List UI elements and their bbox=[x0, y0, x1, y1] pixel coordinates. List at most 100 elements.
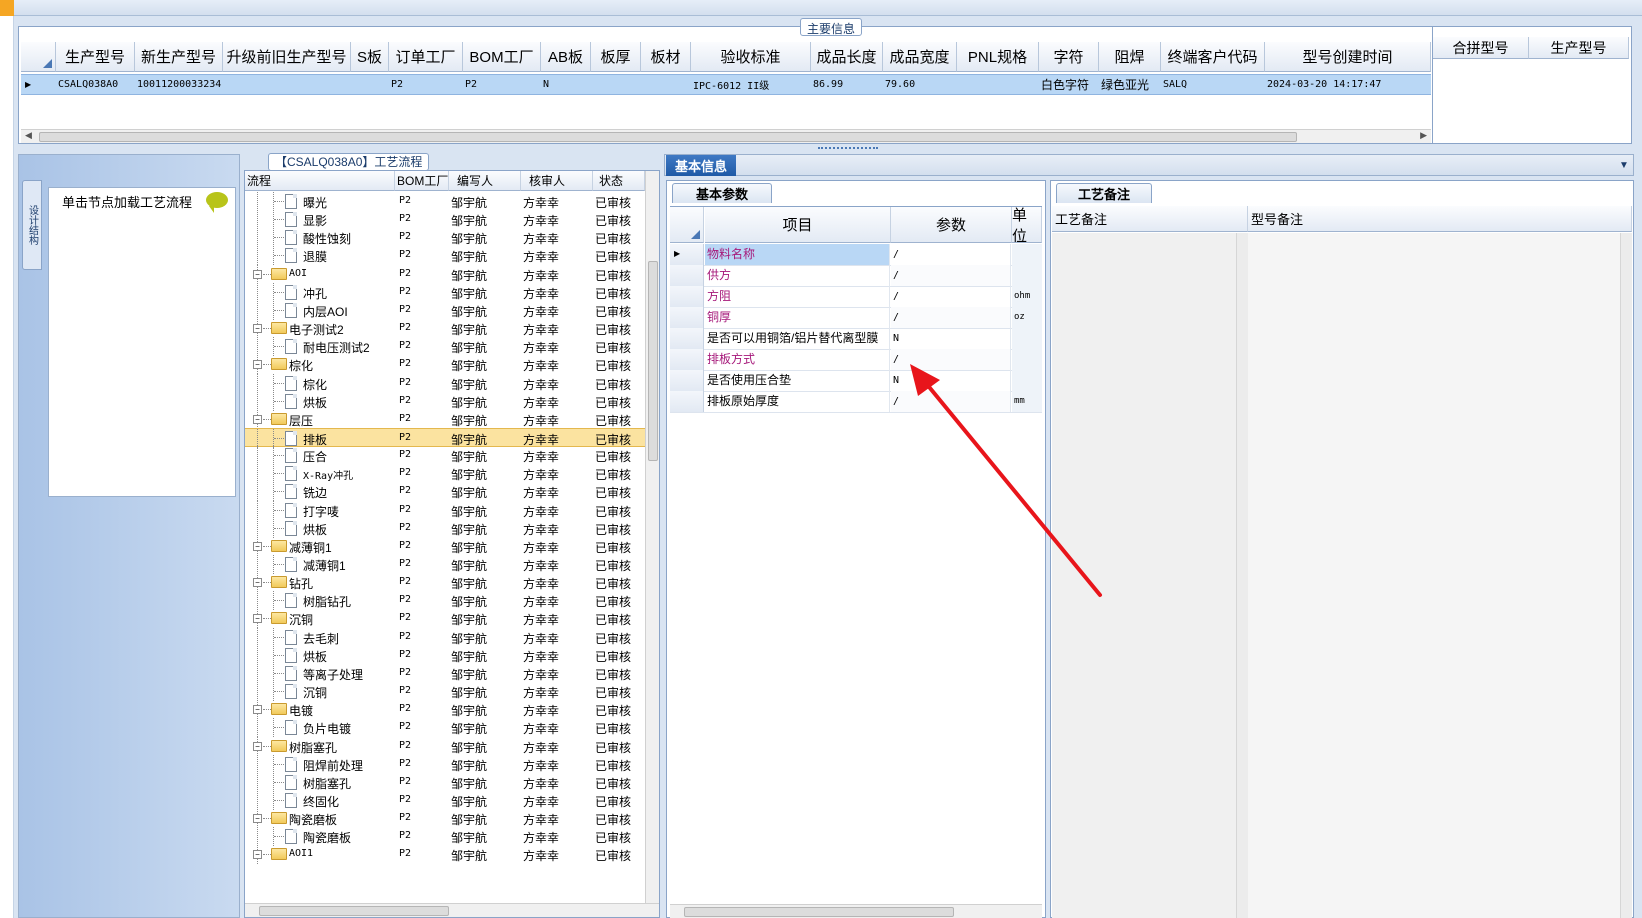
main-col-header[interactable]: PNL规格 bbox=[957, 42, 1039, 72]
main-cell-created[interactable]: 2024-03-20 14:17:47 bbox=[1267, 74, 1431, 94]
process-row[interactable]: − 钻孔 P2 邹宇航 方幸幸 已审核 bbox=[245, 573, 645, 593]
collapse-icon[interactable]: − bbox=[253, 414, 262, 424]
node-hint-box[interactable] bbox=[48, 187, 236, 497]
collapse-icon[interactable]: − bbox=[253, 614, 262, 624]
process-row[interactable]: − 树脂塞孔 P2 邹宇航 方幸幸 已审核 bbox=[245, 736, 645, 756]
process-row[interactable]: − 电镀 P2 邹宇航 方幸幸 已审核 bbox=[245, 700, 645, 720]
chevron-down-icon[interactable]: ▼ bbox=[1619, 160, 1629, 171]
param-value[interactable]: / bbox=[891, 244, 1011, 265]
main-col-header[interactable]: BOM工厂 bbox=[463, 42, 541, 72]
merge-col-header[interactable]: 合拼型号 bbox=[1433, 37, 1529, 59]
process-row[interactable]: 负片电镀 P2 邹宇航 方幸幸 已审核 bbox=[245, 718, 645, 738]
tree-vertical-scrollbar[interactable] bbox=[645, 171, 659, 903]
scroll-left-icon[interactable]: ◀ bbox=[25, 130, 32, 141]
main-cell-length[interactable]: 86.99 bbox=[813, 74, 883, 94]
process-row[interactable]: 烘板 P2 邹宇航 方幸幸 已审核 bbox=[245, 518, 645, 538]
main-cell-thickness[interactable] bbox=[593, 74, 641, 94]
main-col-header[interactable]: 成品长度 bbox=[811, 42, 883, 72]
main-cell-model[interactable]: CSALQ038A0 bbox=[58, 74, 135, 94]
param-col-header[interactable]: 参数 bbox=[891, 207, 1012, 243]
main-col-header[interactable]: 新生产型号 bbox=[135, 42, 223, 72]
main-cell-new-model[interactable]: 10011200033234 bbox=[137, 74, 223, 94]
process-row[interactable]: 终固化 P2 邹宇航 方幸幸 已审核 bbox=[245, 790, 645, 810]
collapse-icon[interactable]: − bbox=[253, 850, 262, 860]
main-col-header[interactable]: 板厚 bbox=[591, 42, 641, 72]
status-col-header[interactable]: 状态 bbox=[593, 171, 645, 191]
unit-col-header[interactable]: 单位 bbox=[1012, 207, 1042, 243]
process-remark-body[interactable] bbox=[1052, 233, 1248, 918]
bom-col-header[interactable]: BOM工厂 bbox=[395, 171, 449, 191]
design-structure-tab[interactable]: 设计结构 bbox=[22, 180, 42, 270]
process-row[interactable]: 显影 P2 邹宇航 方幸幸 已审核 bbox=[245, 210, 645, 230]
item-col-header[interactable]: 项目 bbox=[705, 207, 891, 243]
main-cell-order-factory[interactable]: P2 bbox=[391, 74, 463, 94]
main-cell-customer-code[interactable]: SALQ bbox=[1163, 74, 1265, 94]
param-value[interactable]: N bbox=[891, 328, 1011, 349]
process-row[interactable]: 等离子处理 P2 邹宇航 方幸幸 已审核 bbox=[245, 663, 645, 683]
param-value[interactable]: N bbox=[891, 370, 1011, 391]
process-row[interactable]: 树脂塞孔 P2 邹宇航 方幸幸 已审核 bbox=[245, 772, 645, 792]
collapse-icon[interactable]: − bbox=[253, 814, 262, 824]
merge-col-header[interactable]: 生产型号 bbox=[1529, 37, 1629, 59]
param-value[interactable]: / bbox=[891, 391, 1011, 412]
main-col-header[interactable]: 验收标准 bbox=[691, 42, 811, 72]
process-row[interactable]: − 层压 P2 邹宇航 方幸幸 已审核 bbox=[245, 409, 645, 429]
collapse-icon[interactable]: − bbox=[253, 541, 262, 551]
process-row[interactable]: 沉铜 P2 邹宇航 方幸幸 已审核 bbox=[245, 682, 645, 702]
scroll-thumb[interactable] bbox=[684, 907, 954, 917]
collapse-icon[interactable]: − bbox=[253, 741, 262, 751]
collapse-icon[interactable]: − bbox=[253, 578, 262, 588]
process-row[interactable]: 曝光 P2 邹宇航 方幸幸 已审核 bbox=[245, 192, 645, 211]
process-row[interactable]: 阻焊前处理 P2 邹宇航 方幸幸 已审核 bbox=[245, 754, 645, 774]
splitter-grip-icon[interactable] bbox=[818, 147, 878, 151]
writer-col-header[interactable]: 编写人 bbox=[449, 171, 521, 191]
main-cell-width[interactable]: 79.60 bbox=[885, 74, 957, 94]
collapse-icon[interactable]: − bbox=[253, 324, 262, 334]
main-cell-solder-mask[interactable]: 绿色亚光 bbox=[1101, 74, 1161, 94]
remark-scrollbar[interactable] bbox=[1620, 233, 1632, 918]
param-row[interactable]: 是否可以用铜箔/铝片替代离型膜 N bbox=[670, 328, 1042, 350]
main-col-header[interactable]: 订单工厂 bbox=[389, 42, 463, 72]
process-row[interactable]: 棕化 P2 邹宇航 方幸幸 已审核 bbox=[245, 373, 645, 393]
reviewer-col-header[interactable]: 核审人 bbox=[521, 171, 593, 191]
main-col-header[interactable]: 板材 bbox=[641, 42, 691, 72]
scroll-thumb[interactable] bbox=[259, 906, 449, 916]
main-cell-pnl[interactable] bbox=[959, 74, 1039, 94]
collapse-icon[interactable]: − bbox=[253, 360, 262, 370]
main-col-header[interactable]: 终端客户代码 bbox=[1161, 42, 1265, 72]
main-cell-s-board[interactable] bbox=[353, 74, 389, 94]
param-row[interactable]: 方阻 / ohm bbox=[670, 286, 1042, 308]
main-col-header[interactable]: 阻焊 bbox=[1099, 42, 1161, 72]
tree-horizontal-scrollbar[interactable] bbox=[245, 903, 659, 917]
process-row[interactable]: 冲孔 P2 邹宇航 方幸幸 已审核 bbox=[245, 282, 645, 302]
main-col-header[interactable]: AB板 bbox=[541, 42, 591, 72]
process-col-header[interactable]: 流程 bbox=[245, 171, 395, 191]
model-remark-body[interactable] bbox=[1248, 233, 1632, 918]
param-value[interactable]: / bbox=[891, 349, 1011, 370]
main-cell-character[interactable]: 白色字符 bbox=[1041, 74, 1099, 94]
main-col-header[interactable]: 生产型号 bbox=[56, 42, 135, 72]
param-row[interactable]: 是否使用压合垫 N bbox=[670, 370, 1042, 392]
scroll-right-icon[interactable]: ▶ bbox=[1420, 130, 1427, 141]
param-row[interactable]: 铜厚 / oz bbox=[670, 307, 1042, 329]
process-row[interactable]: − 减薄铜1 P2 邹宇航 方幸幸 已审核 bbox=[245, 536, 645, 556]
process-row[interactable]: 去毛刺 P2 邹宇航 方幸幸 已审核 bbox=[245, 627, 645, 647]
process-row[interactable]: 耐电压测试2 P2 邹宇航 方幸幸 已审核 bbox=[245, 337, 645, 357]
process-row[interactable]: X-Ray冲孔 P2 邹宇航 方幸幸 已审核 bbox=[245, 464, 645, 484]
main-cell-material[interactable] bbox=[643, 74, 691, 94]
main-col-header[interactable]: 升级前旧生产型号 bbox=[223, 42, 351, 72]
process-row[interactable]: 减薄铜1 P2 邹宇航 方幸幸 已审核 bbox=[245, 555, 645, 574]
tab-basic-params[interactable]: 基本参数 bbox=[672, 183, 772, 203]
params-horizontal-scrollbar[interactable] bbox=[670, 904, 1042, 918]
process-row[interactable]: − AOI1 P2 邹宇航 方幸幸 已审核 bbox=[245, 845, 645, 865]
main-col-header[interactable]: 字符 bbox=[1039, 42, 1099, 72]
remark-scrollbar[interactable] bbox=[1236, 233, 1248, 918]
param-row[interactable]: ▶ 物料名称 / bbox=[670, 244, 1042, 266]
horizontal-splitter[interactable] bbox=[18, 146, 1632, 152]
main-col-header[interactable]: 型号创建时间 bbox=[1265, 42, 1431, 72]
param-row[interactable]: 排板原始厚度 / mm bbox=[670, 391, 1042, 413]
param-row[interactable]: 供方 / bbox=[670, 265, 1042, 287]
model-remark-header[interactable]: 型号备注 bbox=[1248, 206, 1632, 232]
process-row[interactable]: 陶瓷磨板 P2 邹宇航 方幸幸 已审核 bbox=[245, 827, 645, 847]
process-row[interactable]: − 沉铜 P2 邹宇航 方幸幸 已审核 bbox=[245, 609, 645, 629]
